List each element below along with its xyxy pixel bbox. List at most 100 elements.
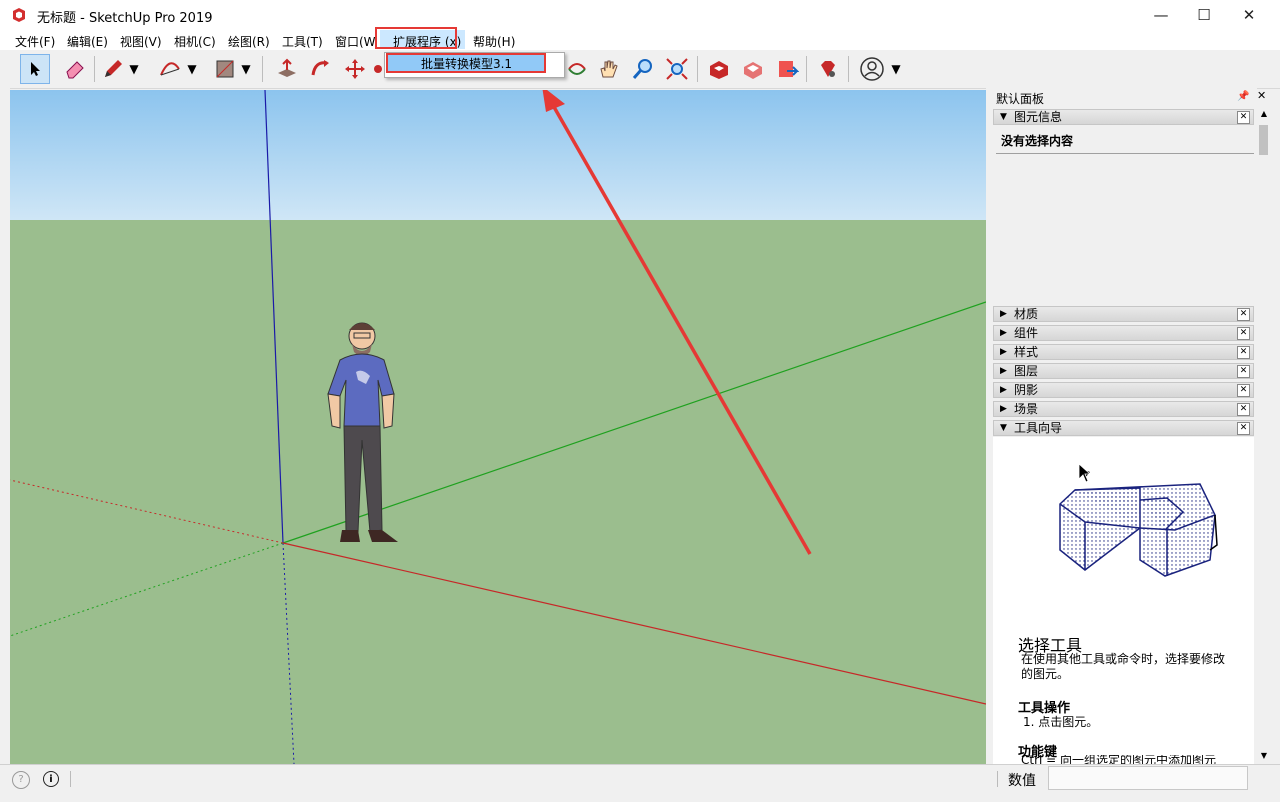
account-dropdown-button[interactable]: ▼ xyxy=(888,54,904,84)
panel-label: 工具向导 xyxy=(1014,421,1063,435)
chevron-down-icon: ▼ xyxy=(129,62,139,76)
toolbar-separator xyxy=(848,56,849,82)
window-title: 无标题 - SketchUp Pro 2019 xyxy=(37,11,213,26)
panel-components[interactable]: ▶ 组件 ✕ xyxy=(993,325,1254,341)
arrow-cursor-icon xyxy=(31,62,40,76)
push-pull-icon xyxy=(278,58,296,77)
measurements-input[interactable] xyxy=(1048,766,1248,790)
panel-scrollbar[interactable]: ▲ ▼ xyxy=(1257,107,1271,764)
chevron-down-icon: ▼ xyxy=(187,62,197,76)
close-icon[interactable]: ✕ xyxy=(1237,384,1250,397)
panel-label: 组件 xyxy=(1014,326,1039,340)
panel-label: 材质 xyxy=(1014,307,1039,321)
close-icon[interactable]: ✕ xyxy=(1237,346,1250,359)
rotate-icon xyxy=(374,65,382,73)
rectangle-dropdown-button[interactable]: ▼ xyxy=(238,54,254,84)
expand-icon: ▶ xyxy=(1000,328,1007,338)
close-icon[interactable]: ✕ xyxy=(1237,327,1250,340)
warehouse-icon xyxy=(710,61,728,79)
close-icon[interactable]: ✕ xyxy=(1237,422,1250,435)
modifier-keys-clip: Ctrl = 向一组选定的图元中添加图元 xyxy=(1021,755,1251,764)
geo-location-icon[interactable]: ? xyxy=(12,771,30,789)
expand-icon: ▶ xyxy=(1000,366,1007,376)
expand-icon: ▶ xyxy=(1000,385,1007,395)
sketchup-logo-icon xyxy=(13,8,25,22)
close-icon[interactable]: ✕ xyxy=(1237,308,1250,321)
menu-draw[interactable]: 绘图(R) xyxy=(228,33,270,50)
close-icon[interactable]: ✕ xyxy=(1237,403,1250,416)
close-icon[interactable]: ✕ xyxy=(1237,111,1250,124)
move-icon xyxy=(345,59,365,79)
pin-icon[interactable]: 📌 xyxy=(1237,91,1249,102)
menu-view[interactable]: 视图(V) xyxy=(120,33,162,50)
menu-file[interactable]: 文件(F) xyxy=(15,33,55,50)
no-selection-text: 没有选择内容 xyxy=(1001,134,1074,148)
pencil-dropdown-button[interactable]: ▼ xyxy=(126,54,142,84)
toolbar-separator xyxy=(806,56,807,82)
push-pull-tool-button[interactable] xyxy=(272,54,302,84)
share-component-button[interactable] xyxy=(738,54,768,84)
arc-dropdown-button[interactable]: ▼ xyxy=(184,54,200,84)
zoom-extents-button[interactable] xyxy=(662,54,692,84)
expand-icon: ▶ xyxy=(1000,404,1007,414)
eraser-icon xyxy=(66,61,84,79)
move-tool-button[interactable] xyxy=(340,54,370,84)
warehouse-button[interactable] xyxy=(704,54,734,84)
entity-info-header[interactable]: ▼ 图元信息 ✕ xyxy=(993,109,1254,125)
hand-icon xyxy=(600,60,618,78)
ruby-gem-icon xyxy=(821,61,835,77)
follow-me-tool-button[interactable] xyxy=(306,54,336,84)
panel-label: 场景 xyxy=(1014,402,1039,416)
menu-tools[interactable]: 工具(T) xyxy=(282,33,323,50)
eraser-tool-button[interactable] xyxy=(60,54,90,84)
pan-tool-button[interactable] xyxy=(594,54,624,84)
minimize-button[interactable]: — xyxy=(1138,0,1184,30)
close-icon[interactable]: ✕ xyxy=(1237,365,1250,378)
expand-icon: ▶ xyxy=(1000,309,1007,319)
tray-title: 默认面板 xyxy=(996,92,1045,106)
info-icon[interactable]: i xyxy=(43,771,59,787)
menu-help[interactable]: 帮助(H) xyxy=(473,33,515,50)
panel-styles[interactable]: ▶ 样式 ✕ xyxy=(993,344,1254,360)
orbit-tool-button[interactable] xyxy=(562,54,592,84)
scroll-down-icon[interactable]: ▼ xyxy=(1259,751,1269,761)
close-button[interactable]: ✕ xyxy=(1226,0,1272,30)
rotate-tool-button[interactable] xyxy=(372,54,384,84)
maximize-button[interactable]: ☐ xyxy=(1181,0,1227,30)
chevron-down-icon: ▼ xyxy=(241,62,251,76)
rectangle-tool-button[interactable] xyxy=(210,54,240,84)
menu-window[interactable]: 窗口(W) xyxy=(335,33,377,50)
dropdown-annotation-box xyxy=(386,53,546,73)
measurements-label: 数值 xyxy=(1008,773,1036,789)
pencil-tool-button[interactable] xyxy=(98,54,128,84)
scroll-thumb[interactable] xyxy=(1259,125,1268,155)
model-viewport[interactable] xyxy=(10,90,986,764)
panel-layers[interactable]: ▶ 图层 ✕ xyxy=(993,363,1254,379)
panel-label: 图层 xyxy=(1014,364,1039,378)
extension-manager-button[interactable] xyxy=(813,54,843,84)
zoom-tool-button[interactable] xyxy=(628,54,658,84)
viewport-left-edge xyxy=(0,88,10,764)
menu-camera[interactable]: 相机(C) xyxy=(174,33,216,50)
panel-label: 样式 xyxy=(1014,345,1039,359)
menu-edit[interactable]: 编辑(E) xyxy=(67,33,108,50)
panel-materials[interactable]: ▶ 材质 ✕ xyxy=(993,306,1254,322)
operations-item: 1. 点击图元。 xyxy=(1023,715,1099,729)
scroll-up-icon[interactable]: ▲ xyxy=(1259,109,1269,119)
menu-annotation-box xyxy=(375,27,457,49)
tray-close-icon[interactable]: ✕ xyxy=(1257,89,1266,102)
panel-instructor[interactable]: ▼ 工具向导 ✕ xyxy=(993,420,1254,436)
sky xyxy=(10,90,986,220)
arc-tool-button[interactable] xyxy=(155,54,185,84)
arc-icon xyxy=(160,62,180,76)
account-button[interactable] xyxy=(857,54,887,84)
mouse-cursor-icon xyxy=(1078,463,1092,483)
share-component-icon xyxy=(744,62,762,79)
panel-shadows[interactable]: ▶ 阴影 ✕ xyxy=(993,382,1254,398)
panel-scenes[interactable]: ▶ 场景 ✕ xyxy=(993,401,1254,417)
magnifier-icon xyxy=(632,59,652,79)
select-tool-button[interactable] xyxy=(20,54,50,84)
toolbar-separator xyxy=(94,56,95,82)
extension-warehouse-button[interactable] xyxy=(772,54,802,84)
status-separator xyxy=(997,771,998,787)
